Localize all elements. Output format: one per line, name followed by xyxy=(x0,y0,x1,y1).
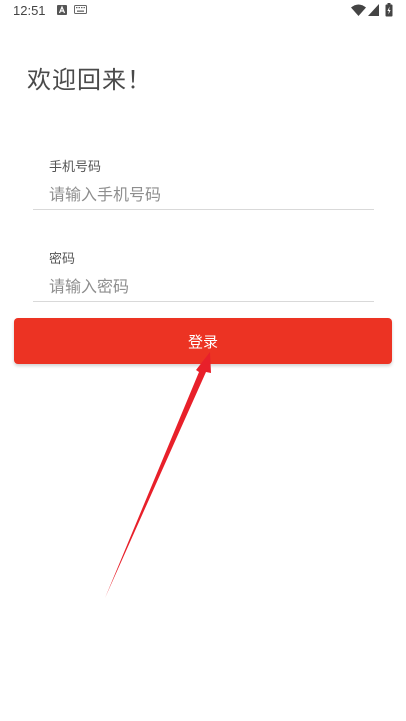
phone-label: 手机号码 xyxy=(49,160,102,175)
phone-input[interactable] xyxy=(33,180,374,210)
password-input[interactable] xyxy=(33,272,374,302)
keyboard-icon xyxy=(74,5,87,14)
password-label: 密码 xyxy=(49,252,76,267)
signal-icon xyxy=(368,4,379,16)
login-button[interactable]: 登录 xyxy=(14,318,392,364)
battery-charging-icon xyxy=(385,3,393,17)
page-title: 欢迎回来！ xyxy=(27,66,152,94)
wifi-icon xyxy=(351,4,366,16)
text-a-icon xyxy=(57,5,67,15)
status-time: 12:51 xyxy=(13,3,46,18)
status-bar: 12:51 xyxy=(0,0,406,24)
